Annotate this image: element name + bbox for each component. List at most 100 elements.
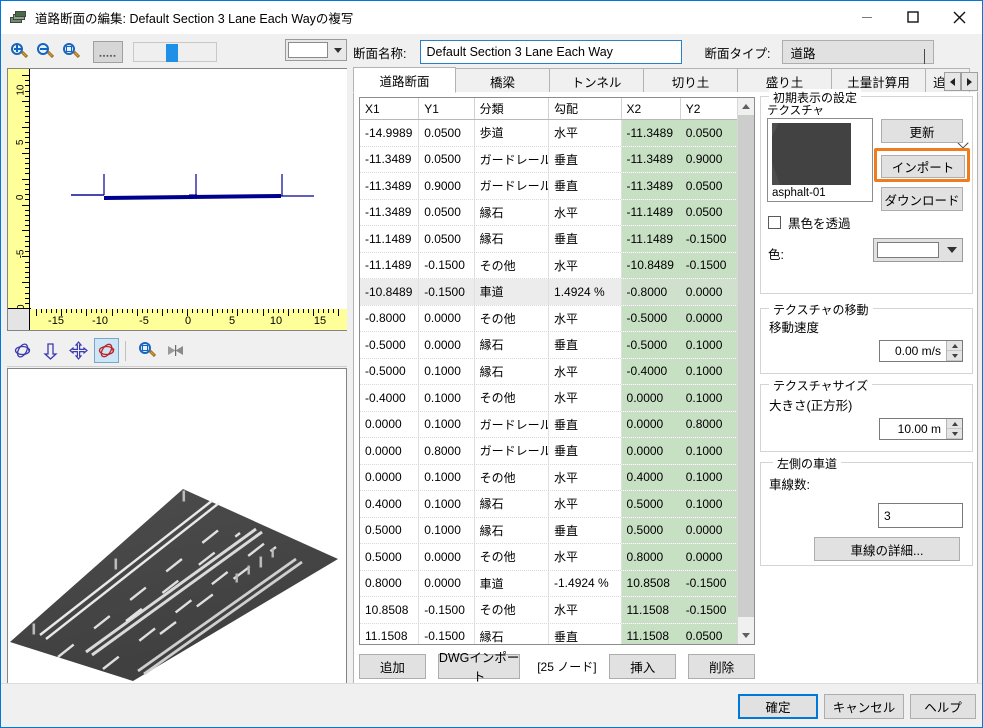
table-row[interactable]: 0.40000.1000縁石水平0.50000.1000 [360, 491, 737, 518]
scroll-up-icon[interactable] [738, 98, 754, 115]
zoom-in-icon[interactable] [7, 40, 33, 64]
section-name-input[interactable] [420, 40, 682, 64]
texture-size-spinner[interactable]: 10.00 m [879, 418, 963, 440]
tab-tunnel[interactable]: トンネル [549, 68, 644, 93]
transparent-black-checkbox[interactable] [768, 216, 781, 229]
scroll-down-icon[interactable] [738, 627, 754, 644]
tab-scroll-left-icon[interactable] [944, 72, 961, 91]
y-axis-tick [25, 262, 29, 263]
delete-button[interactable]: 削除 [688, 654, 755, 679]
x-axis-tick [132, 309, 133, 313]
tab-cut[interactable]: 切り土 [643, 68, 738, 93]
table-row[interactable]: 0.50000.0000その他水平0.80000.0000 [360, 544, 737, 571]
table-row[interactable]: -0.50000.0000縁石垂直-0.50000.1000 [360, 332, 737, 359]
view3d-viewport[interactable] [7, 368, 347, 685]
tab-strip: 道路断面 橋梁 トンネル 切り土 盛り土 土量計算用 追 [353, 67, 978, 93]
table-row[interactable]: 10.8508-0.1500その他水平11.1508-0.1500 [360, 597, 737, 624]
add-button[interactable]: 追加 [359, 654, 426, 679]
minimize-button[interactable] [844, 1, 890, 33]
insert-button[interactable]: 挿入 [609, 654, 676, 679]
pan-vertical-icon[interactable] [38, 338, 63, 363]
pan-move-icon[interactable] [66, 338, 91, 363]
spinner-down-icon[interactable] [947, 351, 962, 361]
dwg-import-button[interactable]: DWGインポート [438, 654, 521, 679]
cell-x2: 0.4000 [622, 465, 681, 491]
x-axis-tick [182, 309, 183, 313]
tab-bridge[interactable]: 橋梁 [455, 68, 550, 93]
table-scrollbar[interactable] [737, 98, 754, 644]
section-type-dropdown[interactable]: 道路 [782, 40, 934, 64]
transparent-black-row[interactable]: 黒色を透過 [768, 213, 851, 232]
move-speed-label: 移動速度 [769, 317, 819, 336]
cell-y2: -0.1500 [681, 253, 737, 279]
cell-x2: -10.8489 [622, 253, 681, 279]
spinner-down-icon[interactable] [947, 429, 962, 439]
node-count-label: [25 ノード] [534, 658, 599, 675]
table-row[interactable]: -0.80000.0000その他水平-0.50000.0000 [360, 306, 737, 333]
texture-size-value: 10.00 m [880, 422, 946, 436]
table-row[interactable]: -10.8489-0.1500車道1.4924 %-0.80000.0000 [360, 279, 737, 306]
tab-scroll-right-icon[interactable] [961, 72, 978, 91]
zoom-window-icon[interactable] [135, 338, 160, 363]
table-row[interactable]: -11.14890.0500縁石垂直-11.1489-0.1500 [360, 226, 737, 253]
color-dropdown[interactable] [873, 238, 963, 262]
table-row[interactable]: 0.00000.1000ガードレール垂直0.00000.8000 [360, 412, 737, 439]
maximize-button[interactable] [890, 1, 936, 33]
lane-count-input[interactable]: 3 [878, 503, 963, 528]
zoom-out-icon[interactable] [33, 40, 59, 64]
table-row[interactable]: 11.1508-0.1500縁石垂直11.15080.0500 [360, 624, 737, 645]
y-axis-tick [25, 241, 29, 242]
table-row[interactable]: -11.34890.0500縁石水平-11.14890.0500 [360, 200, 737, 227]
x-axis-tick [96, 309, 97, 313]
spinner-up-icon[interactable] [947, 341, 962, 351]
cross-section-view[interactable]: 1050-5-10 -15-10-5051015 [7, 68, 347, 331]
scrollbar-track[interactable] [738, 115, 754, 627]
table-row[interactable]: -11.34890.9000ガードレール垂直-11.34890.0500 [360, 173, 737, 200]
update-button[interactable]: 更新 [881, 119, 963, 143]
cell-y2: 0.1000 [681, 465, 737, 491]
pan-icon[interactable]: ▪▪▪▪▪ [93, 41, 123, 63]
texture-name: asphalt-01 [772, 187, 826, 199]
texture-preview[interactable]: asphalt-01 [767, 118, 873, 202]
lane-detail-button[interactable]: 車線の詳細... [814, 537, 960, 561]
x-axis-tick [91, 309, 92, 313]
cancel-button[interactable]: キャンセル [824, 694, 904, 719]
table-row[interactable]: 0.50000.1000縁石垂直0.50000.0000 [360, 518, 737, 545]
table-row[interactable]: -0.50000.1000縁石水平-0.40000.1000 [360, 359, 737, 386]
cell-y2: 0.0500 [681, 120, 737, 146]
orbit-icon[interactable] [10, 338, 35, 363]
table-row[interactable]: 0.80000.0000車道-1.4924 %10.8508-0.1500 [360, 571, 737, 598]
tab-road-section[interactable]: 道路断面 [353, 67, 456, 93]
close-button[interactable] [936, 1, 982, 33]
cell-y2: -0.1500 [681, 571, 737, 597]
x-axis-tick [222, 309, 223, 313]
nodes-table[interactable]: X1 Y1 分類 勾配 X2 Y2 -14.99890.0500歩道水平-11.… [359, 97, 755, 645]
cell-y1: 0.1000 [419, 359, 474, 385]
zoom-window-icon[interactable] [59, 40, 85, 64]
lane-count-value: 3 [884, 509, 891, 523]
cell-x2: -11.3489 [622, 120, 681, 146]
table-row[interactable]: -11.34890.0500ガードレール垂直-11.34890.9000 [360, 147, 737, 174]
spinner-up-icon[interactable] [947, 419, 962, 429]
table-row[interactable]: -0.40000.1000その他水平0.00000.1000 [360, 385, 737, 412]
cell-slope: 水平 [549, 120, 622, 146]
cross-section-color-dropdown[interactable] [285, 39, 347, 61]
scrollbar-thumb[interactable] [738, 115, 754, 617]
download-button[interactable]: ダウンロード [881, 187, 963, 211]
y-axis-tick [25, 277, 29, 278]
table-row[interactable]: 0.00000.1000その他水平0.40000.1000 [360, 465, 737, 492]
move-speed-spinner[interactable]: 0.00 m/s [879, 340, 963, 362]
table-row[interactable]: -11.1489-0.1500その他水平-10.8489-0.1500 [360, 253, 737, 280]
import-button[interactable]: インポート [881, 155, 965, 178]
table-row[interactable]: 0.00000.8000ガードレール垂直0.00000.1000 [360, 438, 737, 465]
table-row[interactable]: -14.99890.0500歩道水平-11.34890.0500 [360, 120, 737, 147]
help-button[interactable]: ヘルプ [910, 694, 976, 719]
cross-section-zoom-slider[interactable] [133, 42, 217, 62]
cell-class: 車道 [475, 279, 549, 305]
y-axis-tick [22, 256, 29, 257]
cell-class: その他 [475, 597, 549, 623]
cell-class: 縁石 [475, 491, 549, 517]
ok-button[interactable]: 確定 [738, 694, 818, 719]
view-range-icon[interactable] [163, 338, 188, 363]
rotate-icon[interactable] [94, 338, 119, 363]
